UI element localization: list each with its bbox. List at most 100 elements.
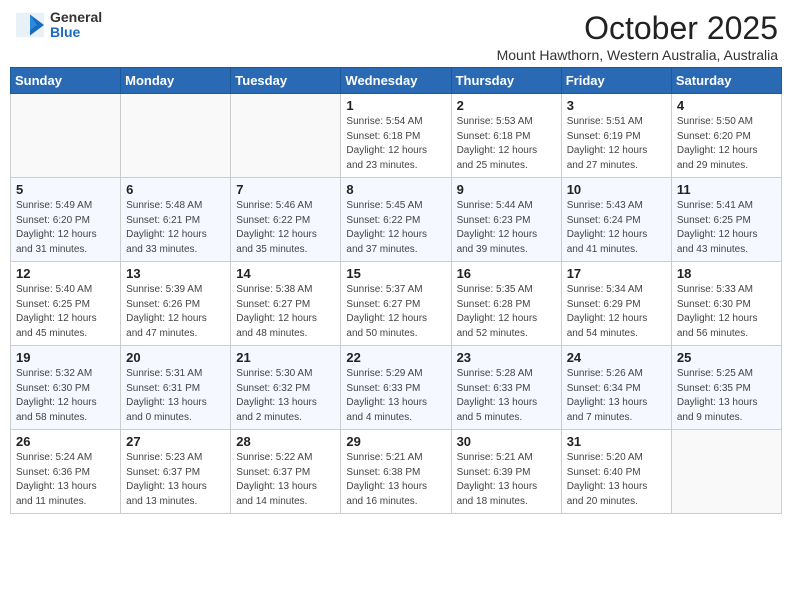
day-info: Sunrise: 5:28 AMSunset: 6:33 PMDaylight:… — [457, 367, 556, 425]
day-info: Sunrise: 5:26 AMSunset: 6:34 PMDaylight:… — [567, 367, 666, 425]
day-info: Sunrise: 5:49 AMSunset: 6:20 PMDaylight:… — [16, 199, 115, 257]
calendar-cell: 3 Sunrise: 5:51 AMSunset: 6:19 PMDaylight… — [561, 94, 671, 178]
day-info: Sunrise: 5:50 AMSunset: 6:20 PMDaylight:… — [677, 115, 776, 173]
logo-blue: Blue — [50, 25, 102, 40]
weekday-header-wednesday: Wednesday — [341, 68, 451, 94]
calendar-cell: 26Sunrise: 5:24 AMSunset: 6:36 PMDayligh… — [11, 430, 121, 514]
weekday-header-tuesday: Tuesday — [231, 68, 341, 94]
day-number: 13 — [126, 266, 225, 281]
day-number: 20 — [126, 350, 225, 365]
calendar-cell: 23 Sunrise: 5:28 AMSunset: 6:33 PMDayligh… — [451, 346, 561, 430]
day-number: 29 — [346, 434, 445, 449]
day-info: Sunrise: 5:45 AMSunset: 6:22 PMDaylight:… — [346, 199, 445, 257]
calendar-table: SundayMondayTuesdayWednesdayThursdayFrid… — [10, 67, 782, 514]
calendar-week-1: 1 Sunrise: 5:54 AMSunset: 6:18 PMDaylight… — [11, 94, 782, 178]
day-info: Sunrise: 5:34 AMSunset: 6:29 PMDaylight:… — [567, 283, 666, 341]
calendar-cell: 6Sunrise: 5:48 AMSunset: 6:21 PMDaylight… — [121, 178, 231, 262]
calendar-cell: 10 Sunrise: 5:43 AMSunset: 6:24 PMDayligh… — [561, 178, 671, 262]
day-number: 3 — [567, 98, 666, 113]
calendar-cell: 12 Sunrise: 5:40 AMSunset: 6:25 PMDayligh… — [11, 262, 121, 346]
calendar-header: SundayMondayTuesdayWednesdayThursdayFrid… — [11, 68, 782, 94]
day-number: 28 — [236, 434, 335, 449]
page-title: October 2025 — [497, 10, 778, 47]
day-number: 21 — [236, 350, 335, 365]
day-number: 12 — [16, 266, 115, 281]
calendar-cell: 22 Sunrise: 5:29 AMSunset: 6:33 PMDayligh… — [341, 346, 451, 430]
logo-text: General Blue — [50, 10, 102, 41]
day-number: 1 — [346, 98, 445, 113]
day-number: 25 — [677, 350, 776, 365]
calendar-cell — [11, 94, 121, 178]
logo-icon — [14, 11, 46, 39]
day-info: Sunrise: 5:37 AMSunset: 6:27 PMDaylight:… — [346, 283, 445, 341]
calendar-week-2: 5 Sunrise: 5:49 AMSunset: 6:20 PMDaylight… — [11, 178, 782, 262]
page-header: General Blue October 2025 Mount Hawthorn… — [10, 10, 782, 63]
calendar-cell: 25 Sunrise: 5:25 AMSunset: 6:35 PMDayligh… — [671, 346, 781, 430]
day-info: Sunrise: 5:46 AMSunset: 6:22 PMDaylight:… — [236, 199, 335, 257]
calendar-cell: 29 Sunrise: 5:21 AMSunset: 6:38 PMDayligh… — [341, 430, 451, 514]
day-number: 15 — [346, 266, 445, 281]
day-number: 2 — [457, 98, 556, 113]
calendar-cell: 2Sunrise: 5:53 AMSunset: 6:18 PMDaylight… — [451, 94, 561, 178]
day-info: Sunrise: 5:40 AMSunset: 6:25 PMDaylight:… — [16, 283, 115, 341]
day-info: Sunrise: 5:33 AMSunset: 6:30 PMDaylight:… — [677, 283, 776, 341]
calendar-cell: 13 Sunrise: 5:39 AMSunset: 6:26 PMDayligh… — [121, 262, 231, 346]
weekday-header-sunday: Sunday — [11, 68, 121, 94]
calendar-body: 1 Sunrise: 5:54 AMSunset: 6:18 PMDaylight… — [11, 94, 782, 514]
day-info: Sunrise: 5:41 AMSunset: 6:25 PMDaylight:… — [677, 199, 776, 257]
day-number: 4 — [677, 98, 776, 113]
day-number: 7 — [236, 182, 335, 197]
calendar-cell: 8Sunrise: 5:45 AMSunset: 6:22 PMDaylight… — [341, 178, 451, 262]
calendar-cell: 15 Sunrise: 5:37 AMSunset: 6:27 PMDayligh… — [341, 262, 451, 346]
day-info: Sunrise: 5:35 AMSunset: 6:28 PMDaylight:… — [457, 283, 556, 341]
weekday-row: SundayMondayTuesdayWednesdayThursdayFrid… — [11, 68, 782, 94]
calendar-cell: 11Sunrise: 5:41 AMSunset: 6:25 PMDayligh… — [671, 178, 781, 262]
page-subtitle: Mount Hawthorn, Western Australia, Austr… — [497, 47, 778, 63]
calendar-cell: 27Sunrise: 5:23 AMSunset: 6:37 PMDayligh… — [121, 430, 231, 514]
logo-general: General — [50, 10, 102, 25]
calendar-cell: 1 Sunrise: 5:54 AMSunset: 6:18 PMDaylight… — [341, 94, 451, 178]
calendar-cell: 30 Sunrise: 5:21 AMSunset: 6:39 PMDayligh… — [451, 430, 561, 514]
day-info: Sunrise: 5:25 AMSunset: 6:35 PMDaylight:… — [677, 367, 776, 425]
day-info: Sunrise: 5:51 AMSunset: 6:19 PMDaylight:… — [567, 115, 666, 173]
day-info: Sunrise: 5:23 AMSunset: 6:37 PMDaylight:… — [126, 451, 225, 509]
calendar-cell — [671, 430, 781, 514]
day-info: Sunrise: 5:21 AMSunset: 6:39 PMDaylight:… — [457, 451, 556, 509]
day-info: Sunrise: 5:24 AMSunset: 6:36 PMDaylight:… — [16, 451, 115, 509]
day-number: 5 — [16, 182, 115, 197]
calendar-cell: 4 Sunrise: 5:50 AMSunset: 6:20 PMDaylight… — [671, 94, 781, 178]
calendar-cell — [231, 94, 341, 178]
day-info: Sunrise: 5:43 AMSunset: 6:24 PMDaylight:… — [567, 199, 666, 257]
day-info: Sunrise: 5:21 AMSunset: 6:38 PMDaylight:… — [346, 451, 445, 509]
day-number: 23 — [457, 350, 556, 365]
day-number: 22 — [346, 350, 445, 365]
day-number: 6 — [126, 182, 225, 197]
day-info: Sunrise: 5:54 AMSunset: 6:18 PMDaylight:… — [346, 115, 445, 173]
calendar-cell: 19 Sunrise: 5:32 AMSunset: 6:30 PMDayligh… — [11, 346, 121, 430]
day-number: 10 — [567, 182, 666, 197]
calendar-cell — [121, 94, 231, 178]
day-number: 9 — [457, 182, 556, 197]
day-info: Sunrise: 5:32 AMSunset: 6:30 PMDaylight:… — [16, 367, 115, 425]
calendar-cell: 17Sunrise: 5:34 AMSunset: 6:29 PMDayligh… — [561, 262, 671, 346]
calendar-cell: 9 Sunrise: 5:44 AMSunset: 6:23 PMDaylight… — [451, 178, 561, 262]
day-info: Sunrise: 5:29 AMSunset: 6:33 PMDaylight:… — [346, 367, 445, 425]
calendar-cell: 24 Sunrise: 5:26 AMSunset: 6:34 PMDayligh… — [561, 346, 671, 430]
weekday-header-thursday: Thursday — [451, 68, 561, 94]
weekday-header-friday: Friday — [561, 68, 671, 94]
title-block: October 2025 Mount Hawthorn, Western Aus… — [497, 10, 778, 63]
day-info: Sunrise: 5:39 AMSunset: 6:26 PMDaylight:… — [126, 283, 225, 341]
day-info: Sunrise: 5:30 AMSunset: 6:32 PMDaylight:… — [236, 367, 335, 425]
day-number: 14 — [236, 266, 335, 281]
calendar-cell: 16Sunrise: 5:35 AMSunset: 6:28 PMDayligh… — [451, 262, 561, 346]
day-number: 30 — [457, 434, 556, 449]
day-number: 24 — [567, 350, 666, 365]
logo: General Blue — [14, 10, 102, 41]
day-info: Sunrise: 5:44 AMSunset: 6:23 PMDaylight:… — [457, 199, 556, 257]
day-number: 19 — [16, 350, 115, 365]
calendar-cell: 5 Sunrise: 5:49 AMSunset: 6:20 PMDaylight… — [11, 178, 121, 262]
calendar-cell: 18Sunrise: 5:33 AMSunset: 6:30 PMDayligh… — [671, 262, 781, 346]
calendar-week-4: 19 Sunrise: 5:32 AMSunset: 6:30 PMDayligh… — [11, 346, 782, 430]
day-info: Sunrise: 5:22 AMSunset: 6:37 PMDaylight:… — [236, 451, 335, 509]
calendar-week-5: 26Sunrise: 5:24 AMSunset: 6:36 PMDayligh… — [11, 430, 782, 514]
